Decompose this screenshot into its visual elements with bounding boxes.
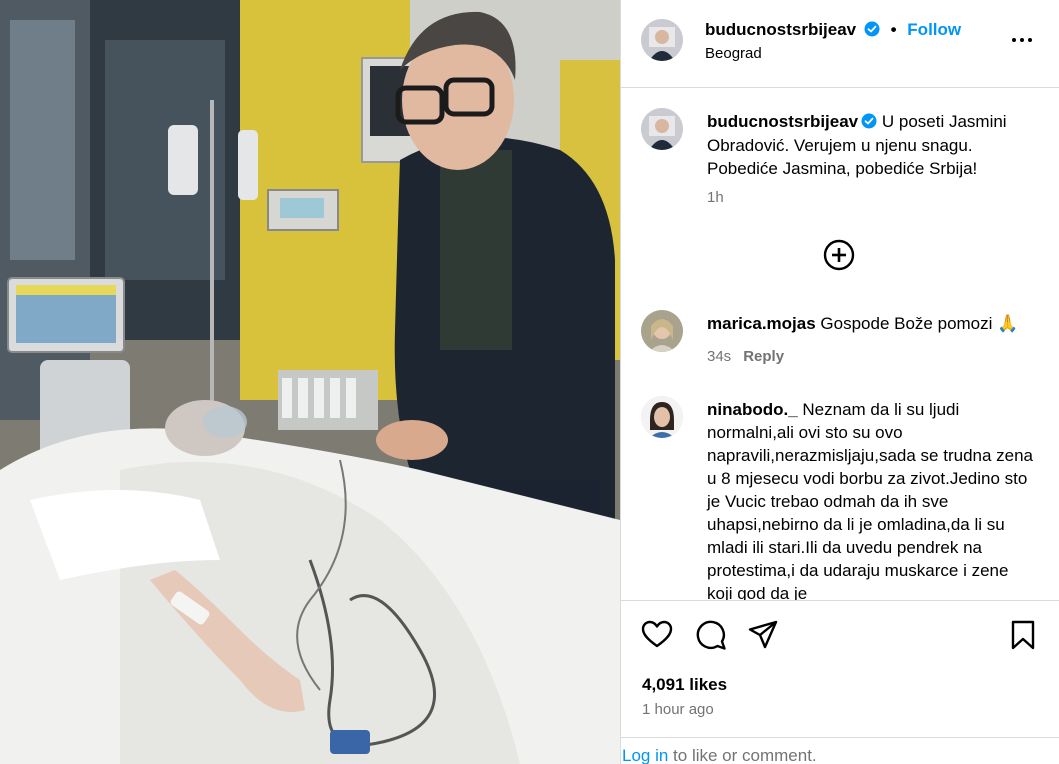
commenter-avatar[interactable]	[641, 310, 683, 352]
comment-text: Gospode Bože pomozi 🙏	[820, 314, 1019, 333]
bookmark-icon[interactable]	[1007, 619, 1039, 651]
author-line: buducnostsrbijeav • Follow	[705, 20, 961, 40]
comment-time[interactable]: 34s	[707, 348, 731, 365]
plus-circle-icon[interactable]	[822, 238, 856, 272]
author-username[interactable]: buducnostsrbijeav	[705, 20, 856, 39]
caption-username[interactable]: buducnostsrbijeav	[707, 112, 858, 131]
post-details-panel: buducnostsrbijeav • Follow Beograd buduc…	[620, 0, 1059, 764]
likes-count[interactable]: 4,091 likes	[642, 675, 727, 695]
follow-button[interactable]: Follow	[907, 20, 961, 39]
caption-time[interactable]: 1h	[707, 189, 724, 206]
verified-badge-icon	[864, 21, 880, 37]
post-image	[0, 0, 620, 764]
caption-avatar-image	[641, 108, 683, 150]
author-avatar-image	[641, 19, 683, 61]
post-timestamp[interactable]: 1 hour ago	[642, 701, 714, 718]
verified-badge-icon	[861, 113, 877, 129]
reply-button[interactable]: Reply	[743, 348, 784, 365]
share-icon[interactable]	[747, 619, 779, 651]
post-actions-bar: 4,091 likes 1 hour ago Log in to like or…	[621, 600, 1059, 764]
commenter-username[interactable]: marica.mojas	[707, 314, 816, 333]
post-header: buducnostsrbijeav • Follow Beograd	[621, 0, 1059, 88]
comment-text: Neznam da li su ljudi normalni,ali ovi s…	[707, 400, 1034, 601]
commenter-avatar-image	[641, 310, 683, 352]
comment-body: ninabodo._ Neznam da li su ljudi normaln…	[707, 398, 1037, 601]
commenter-username[interactable]: ninabodo._	[707, 400, 798, 419]
separator-dot: •	[890, 20, 897, 39]
more-options-icon[interactable]	[1010, 28, 1034, 52]
commenter-avatar-image	[641, 396, 683, 438]
comment-icon[interactable]	[695, 619, 727, 651]
post-location[interactable]: Beograd	[705, 45, 762, 62]
heart-icon[interactable]	[641, 619, 673, 651]
post-photo	[0, 0, 620, 764]
login-prompt-text: to like or comment.	[668, 746, 817, 764]
comment-body: marica.mojas Gospode Bože pomozi 🙏	[707, 312, 1037, 335]
login-link[interactable]: Log in	[622, 746, 668, 764]
comment-meta: 34s Reply	[707, 348, 784, 365]
commenter-avatar[interactable]	[641, 396, 683, 438]
comment-item: ninabodo._ Neznam da li su ljudi normaln…	[641, 396, 1041, 601]
login-prompt: Log in to like or comment.	[621, 737, 1059, 764]
comment-item: marica.mojas Gospode Bože pomozi 🙏 34s Re…	[641, 310, 1041, 380]
caption-text-block: buducnostsrbijeav U poseti Jasmini Obrad…	[707, 110, 1047, 181]
author-avatar[interactable]	[641, 19, 683, 61]
caption-avatar[interactable]	[641, 108, 683, 150]
